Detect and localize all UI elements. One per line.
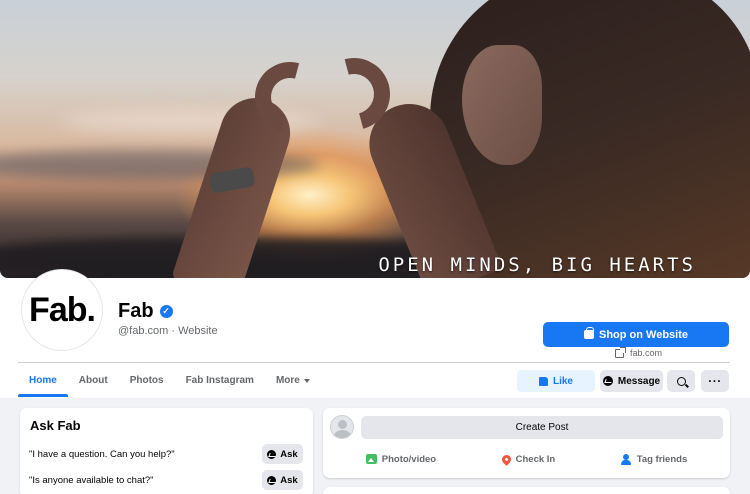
location-pin-icon [499,452,513,466]
more-options-button[interactable]: ··· [701,370,729,392]
create-post-card: Create Post Photo/video Check In Tag fri… [323,408,730,478]
tab-more[interactable]: More [265,364,321,397]
tab-label: Photos [129,375,164,386]
ask-question-text: "I have a question. Can you help?" [29,448,175,460]
message-button[interactable]: Message [600,370,663,392]
external-link-icon [615,346,626,358]
messenger-icon [267,475,277,485]
tab-label: Fab Instagram [185,375,254,386]
profile-avatar[interactable]: Fab. [22,270,102,350]
like-label: Like [552,375,573,387]
ask-question-row: "Is anyone available to chat?" Ask [29,470,303,490]
more-dots-icon: ··· [708,374,722,388]
ask-question-row: "I have a question. Can you help?" Ask [29,444,303,464]
ask-button-label: Ask [280,474,298,486]
message-label: Message [617,375,661,387]
tab-photos[interactable]: Photos [119,364,175,397]
ask-button[interactable]: Ask [262,470,303,490]
ask-card: Ask Fab "I have a question. Can you help… [20,408,313,494]
tab-label: Home [29,375,57,386]
shop-on-website-button[interactable]: Shop on Website [543,322,729,347]
ask-button-label: Ask [280,448,298,460]
photo-video-button[interactable]: Photo/video [365,453,437,465]
header-divider [18,362,730,363]
chevron-down-icon [303,378,310,383]
check-in-label: Check In [515,453,556,465]
tab-label: About [78,375,108,386]
feed-card [323,487,730,494]
check-in-button[interactable]: Check In [499,452,556,466]
tag-friends-button[interactable]: Tag friends [620,453,688,465]
messenger-icon [602,376,613,386]
ask-card-title: Ask Fab [30,418,81,433]
tab-about[interactable]: About [68,364,119,397]
photo-video-icon [365,454,377,464]
photo-video-label: Photo/video [381,453,437,465]
page-title: Fab ✓ [118,300,173,323]
page-subtitle: @fab.com · Website [118,325,218,337]
ask-question-text: "Is anyone available to chat?" [29,474,154,486]
tag-friends-icon [620,453,632,465]
create-post-button[interactable]: Create Post [361,416,723,439]
messenger-icon [267,449,277,459]
search-button[interactable] [667,370,695,392]
shopping-bag-icon [583,327,594,339]
verified-badge-icon: ✓ [159,305,173,318]
like-button[interactable]: Like [517,370,595,392]
page-tabs: Home About Photos Fab Instagram More [18,364,321,397]
cover-slogan: OPEN MINDS, BIG HEARTS [378,254,696,276]
search-icon [676,376,686,386]
tag-friends-label: Tag friends [636,453,688,465]
website-link-label: fab.com [630,348,663,358]
composer-actions: Photo/video Check In Tag friends [323,449,730,469]
fab-logo: Fab. [29,290,96,329]
ask-button[interactable]: Ask [262,444,303,464]
tab-home[interactable]: Home [18,364,68,397]
thumbs-up-icon [538,376,548,386]
tab-fab-instagram[interactable]: Fab Instagram [175,364,265,397]
shop-button-label: Shop on Website [598,328,689,341]
website-link[interactable]: fab.com [615,346,663,358]
tab-label: More [275,375,300,386]
page-name-text: Fab [118,300,154,322]
user-avatar[interactable] [330,415,354,439]
cover-photo[interactable]: OPEN MINDS, BIG HEARTS [0,0,750,278]
